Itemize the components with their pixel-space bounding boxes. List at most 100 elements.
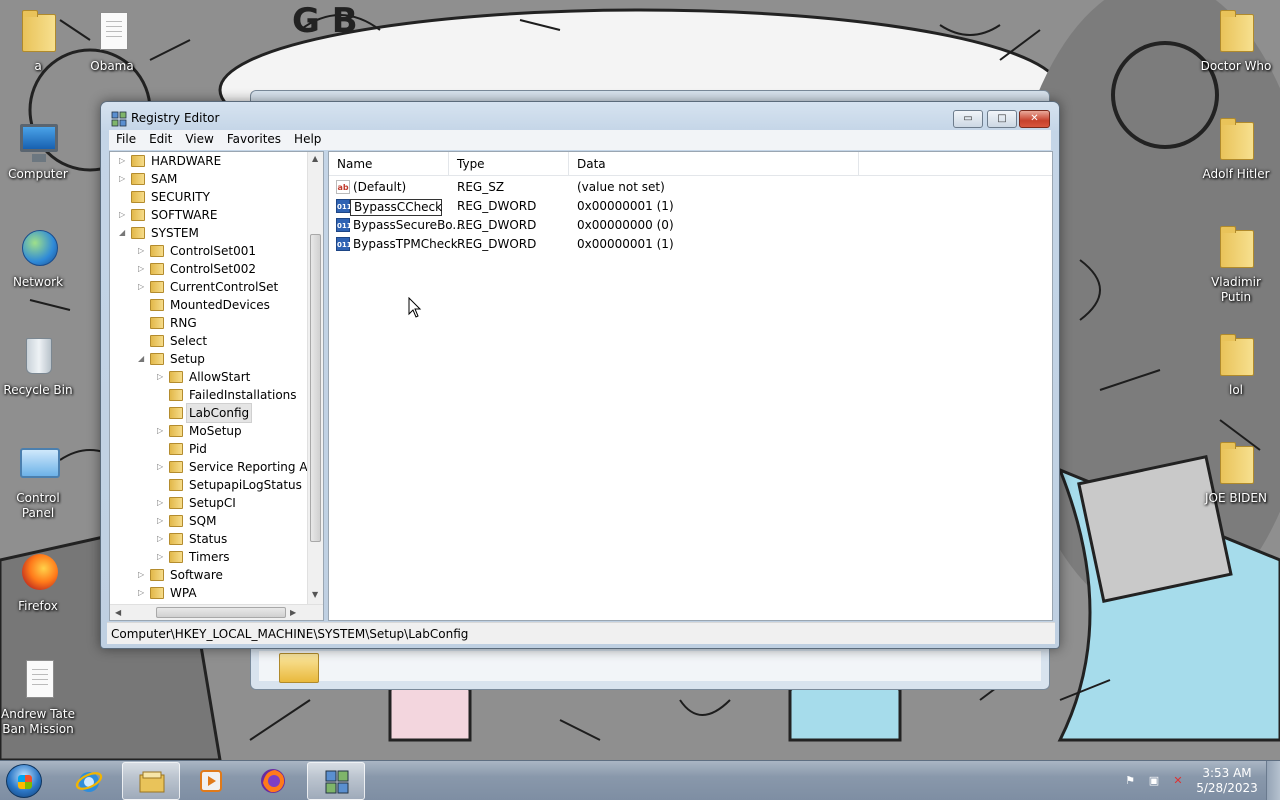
expand-arrow-icon[interactable]: ▷ — [157, 548, 167, 566]
tree-node-sqm[interactable]: ▷ SQM — [157, 512, 218, 530]
taskbar-media-player[interactable] — [182, 762, 240, 800]
system-clock[interactable]: 3:53 AM 5/28/2023 — [1196, 766, 1258, 796]
scroll-up-arrow-icon[interactable]: ▲ — [312, 154, 318, 163]
close-button[interactable]: ✕ — [1019, 110, 1050, 128]
tree-vertical-scroll-thumb[interactable] — [310, 234, 321, 542]
rename-field[interactable]: BypassCCheck — [350, 198, 442, 217]
expand-arrow-icon[interactable]: ▷ — [138, 260, 148, 278]
tree-node-setupci[interactable]: ▷ SetupCI — [157, 494, 238, 512]
expand-arrow-icon[interactable]: ▷ — [138, 566, 148, 584]
folder-icon — [169, 461, 183, 473]
folder-icon — [279, 653, 319, 683]
tree-node-setup[interactable]: ◢ Setup — [138, 350, 207, 368]
desktop-icon-adolf-hitler[interactable]: Adolf Hitler — [1198, 116, 1274, 182]
taskbar-registry-editor[interactable] — [307, 762, 365, 800]
tree-node-controlset001[interactable]: ▷ ControlSet001 — [138, 242, 258, 260]
tree-node-setupapilogstatus[interactable]: SetupapiLogStatus — [157, 476, 304, 494]
desktop-icon-a[interactable]: a — [0, 8, 76, 74]
maximize-button[interactable]: □ — [987, 110, 1017, 128]
desktop-icon-andrew-tate-ban-mission[interactable]: Andrew Tate Ban Mission — [0, 656, 76, 737]
tree-horizontal-scrollbar[interactable]: ◀ ▶ — [110, 604, 323, 620]
registry-key-tree[interactable]: ▷ HARDWARE ▷ SAM SECURITY ▷ SOFTWARE ◢ SYSTE… — [109, 151, 324, 621]
windows-explorer-icon — [139, 771, 165, 793]
tree-node-rng[interactable]: RNG — [138, 314, 199, 332]
tree-node-software[interactable]: ▷ SOFTWARE — [119, 206, 219, 224]
expand-arrow-icon[interactable]: ▷ — [157, 512, 167, 530]
menu-file[interactable]: File — [109, 130, 142, 146]
tree-node-status[interactable]: ▷ Status — [157, 530, 229, 548]
desktop-icon-control-panel[interactable]: Control Panel — [0, 440, 76, 521]
tree-node-timers[interactable]: ▷ Timers — [157, 548, 232, 566]
desktop-icon-joe-biden[interactable]: JOE BIDEN — [1198, 440, 1274, 506]
menu-view[interactable]: View — [178, 130, 219, 146]
start-button[interactable] — [6, 764, 42, 798]
menu-help[interactable]: Help — [287, 130, 327, 146]
tree-node-mounteddevices[interactable]: MountedDevices — [138, 296, 272, 314]
taskbar-internet-explorer[interactable] — [60, 762, 118, 800]
value-data: (value not set) — [577, 180, 665, 194]
tree-node-failedinstallations[interactable]: FailedInstallations — [157, 386, 299, 404]
scroll-down-arrow-icon[interactable]: ▼ — [312, 590, 318, 599]
column-header-type[interactable]: Type — [449, 152, 569, 176]
value-row-default[interactable]: ab (Default) REG_SZ (value not set) — [329, 178, 1049, 197]
tree-node-hardware[interactable]: ▷ HARDWARE — [119, 152, 223, 170]
collapse-arrow-icon[interactable]: ◢ — [119, 224, 129, 242]
desktop-icon-network[interactable]: Network — [0, 224, 76, 290]
tree-node-labconfig[interactable]: LabConfig — [157, 403, 253, 423]
column-header-name[interactable]: Name — [329, 152, 449, 176]
tree-node-label: Service Reporting API — [189, 460, 319, 474]
desktop-icon-recycle-bin[interactable]: Recycle Bin — [0, 332, 76, 398]
taskbar-windows-explorer[interactable] — [122, 762, 180, 800]
desktop-icon-obama[interactable]: Obama — [74, 8, 150, 74]
desktop-icon-vladimir-putin[interactable]: Vladimir Putin — [1198, 224, 1274, 305]
desktop-icon-doctor-who[interactable]: Doctor Who — [1198, 8, 1274, 74]
tree-node-security[interactable]: SECURITY — [119, 188, 212, 206]
value-row-bypasstpmcheck[interactable]: 011 BypassTPMCheck REG_DWORD 0x00000001 … — [329, 235, 1049, 254]
desktop-icon-lol[interactable]: lol — [1198, 332, 1274, 398]
desktop-icon-computer[interactable]: Computer — [0, 116, 76, 182]
menu-edit[interactable]: Edit — [142, 130, 178, 146]
tree-node-system[interactable]: ◢ SYSTEM — [119, 224, 201, 242]
expand-arrow-icon[interactable]: ▷ — [157, 368, 167, 386]
tree-node-allowstart[interactable]: ▷ AllowStart — [157, 368, 252, 386]
rename-input[interactable]: BypassCCheck — [350, 199, 442, 216]
expand-arrow-icon[interactable]: ▷ — [138, 242, 148, 260]
show-desktop-button[interactable] — [1266, 761, 1280, 800]
network-icon[interactable]: ▣ — [1147, 774, 1161, 788]
expand-arrow-icon[interactable]: ▷ — [138, 584, 148, 602]
taskbar-firefox[interactable] — [244, 762, 302, 800]
desktop-icon-label: Control Panel — [16, 491, 60, 520]
tree-node-pid[interactable]: Pid — [157, 440, 209, 458]
value-row-bypassccheck[interactable]: 011 BypassCCheck REG_DWORD 0x00000001 (1… — [329, 197, 1049, 216]
desktop-icon-firefox[interactable]: Firefox — [0, 548, 76, 614]
tree-horizontal-scroll-thumb[interactable] — [156, 607, 286, 618]
collapse-arrow-icon[interactable]: ◢ — [138, 350, 148, 368]
expand-arrow-icon[interactable]: ▷ — [138, 278, 148, 296]
scroll-left-arrow-icon[interactable]: ◀ — [115, 608, 121, 617]
tree-node-controlset002[interactable]: ▷ ControlSet002 — [138, 260, 258, 278]
expand-arrow-icon[interactable]: ▷ — [119, 206, 129, 224]
expand-arrow-icon[interactable]: ▷ — [157, 530, 167, 548]
column-header-data[interactable]: Data — [569, 152, 859, 176]
expand-arrow-icon[interactable]: ▷ — [119, 170, 129, 188]
value-row-bypasssecureboot[interactable]: 011 BypassSecureBo... REG_DWORD 0x000000… — [329, 216, 1049, 235]
tree-node-service-reporting-api[interactable]: ▷ Service Reporting API — [157, 458, 320, 476]
expand-arrow-icon[interactable]: ▷ — [157, 458, 167, 476]
registry-values-list[interactable]: Name Type Data ab (Default) REG_SZ (valu… — [328, 151, 1053, 621]
tree-node-sam[interactable]: ▷ SAM — [119, 170, 179, 188]
volume-muted-icon[interactable]: ✕ — [1171, 774, 1185, 788]
registry-editor-window[interactable]: Registry Editor ▭ □ ✕ File Edit View Favori… — [100, 101, 1060, 649]
tree-vertical-scrollbar[interactable]: ▲ ▼ — [307, 152, 323, 604]
expand-arrow-icon[interactable]: ▷ — [157, 494, 167, 512]
tree-node-wpa[interactable]: ▷ WPA — [138, 584, 199, 602]
minimize-button[interactable]: ▭ — [953, 110, 983, 128]
tree-node-select[interactable]: Select — [138, 332, 209, 350]
tree-node-software-sub[interactable]: ▷ Software — [138, 566, 225, 584]
tree-node-mosetup[interactable]: ▷ MoSetup — [157, 422, 244, 440]
action-center-flag-icon[interactable]: ⚑ — [1123, 774, 1137, 788]
menu-favorites[interactable]: Favorites — [220, 130, 287, 146]
scroll-right-arrow-icon[interactable]: ▶ — [290, 608, 296, 617]
expand-arrow-icon[interactable]: ▷ — [157, 422, 167, 440]
tree-node-currentcontrolset[interactable]: ▷ CurrentControlSet — [138, 278, 280, 296]
expand-arrow-icon[interactable]: ▷ — [119, 152, 129, 170]
